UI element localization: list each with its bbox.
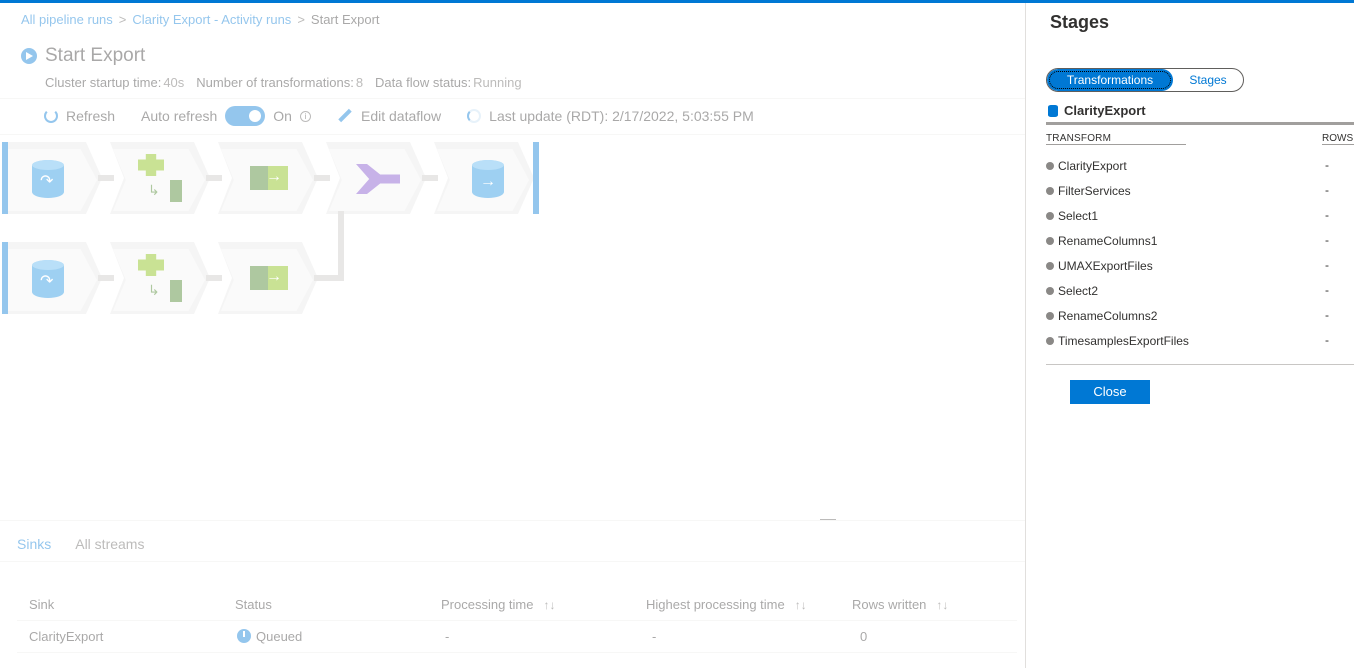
auto-refresh-label: Auto refresh bbox=[141, 108, 218, 124]
source-icon: ↷ bbox=[32, 160, 64, 198]
tab-all-streams[interactable]: All streams bbox=[75, 536, 144, 552]
pivot-stages[interactable]: Stages bbox=[1173, 73, 1243, 87]
auto-refresh-toggle[interactable] bbox=[225, 106, 266, 126]
pencil-icon bbox=[337, 108, 353, 124]
list-item[interactable]: Select2- bbox=[1046, 280, 1354, 305]
col-sink: Sink bbox=[29, 597, 55, 612]
status-dot-icon bbox=[1046, 237, 1054, 245]
sink-icon: → bbox=[472, 160, 504, 198]
pivot-transformations[interactable]: Transformations bbox=[1047, 69, 1173, 91]
status-dot-icon bbox=[1046, 312, 1054, 320]
col-rows-written[interactable]: Rows written ↑↓ bbox=[852, 597, 948, 612]
edit-dataflow-button[interactable]: Edit dataflow bbox=[337, 108, 441, 124]
refresh-label: Refresh bbox=[66, 108, 116, 124]
sort-icon: ↑↓ bbox=[794, 598, 807, 612]
cell-highest: - bbox=[652, 629, 657, 644]
source-name: ClarityExport bbox=[1064, 103, 1146, 118]
panel-title: Stages bbox=[1050, 12, 1110, 32]
cell-status: Queued bbox=[237, 629, 302, 644]
list-item[interactable]: RenameColumns2- bbox=[1046, 305, 1354, 330]
meta-startup: Cluster startup time: 40s bbox=[45, 75, 185, 90]
col-rows: ROWS bbox=[1322, 133, 1354, 144]
edit-dataflow-label: Edit dataflow bbox=[360, 108, 442, 124]
divider bbox=[1046, 122, 1354, 125]
node-source-1[interactable]: ↷ bbox=[2, 142, 102, 214]
node-filter-1[interactable]: ↳ bbox=[110, 142, 210, 214]
sort-icon: ↑↓ bbox=[936, 598, 949, 612]
meta-status: Data flow status: Running bbox=[375, 75, 522, 90]
breadcrumb-separator: > bbox=[118, 12, 127, 27]
divider bbox=[1046, 144, 1186, 145]
breadcrumb-current: Start Export bbox=[310, 12, 380, 27]
page-title: Start Export bbox=[45, 45, 146, 66]
main-area: All pipeline runs > Clarity Export - Act… bbox=[0, 3, 1025, 668]
col-processing-time[interactable]: Processing time ↑↓ bbox=[441, 597, 555, 612]
divider bbox=[1046, 364, 1354, 365]
status-dot-icon bbox=[1046, 262, 1054, 270]
node-source-2[interactable]: ↷ bbox=[2, 242, 102, 314]
dataflow-graph: ↷ ↳ → → ↷ ↳ → bbox=[0, 139, 560, 319]
database-icon bbox=[1048, 104, 1058, 117]
select-icon: → bbox=[250, 266, 288, 290]
divider bbox=[0, 134, 1025, 135]
col-status: Status bbox=[235, 597, 272, 612]
breadcrumb-separator: > bbox=[297, 12, 305, 27]
node-union[interactable] bbox=[326, 142, 426, 214]
list-item[interactable]: FilterServices - bbox=[1046, 180, 1354, 205]
list-item[interactable]: Select1- bbox=[1046, 205, 1354, 230]
list-item[interactable]: RenameColumns1- bbox=[1046, 230, 1354, 255]
source-icon: ↷ bbox=[32, 260, 64, 298]
list-item[interactable]: TimesamplesExportFiles - bbox=[1046, 330, 1354, 355]
divider bbox=[0, 520, 1025, 521]
stages-panel: Stages Transformations Stages ClarityExp… bbox=[1025, 3, 1354, 668]
status-dot-icon bbox=[1046, 212, 1054, 220]
table-row[interactable]: ClarityExport Queued - - 0 bbox=[17, 621, 1017, 653]
pivot-toggle: Transformations Stages bbox=[1046, 68, 1244, 92]
list-item[interactable]: UMAXExportFiles - bbox=[1046, 255, 1354, 280]
table-header: Sink Status Processing time ↑↓ Highest pr… bbox=[17, 589, 1017, 621]
refresh-button[interactable]: Refresh bbox=[44, 108, 115, 124]
col-transform: TRANSFORM bbox=[1046, 133, 1112, 144]
divider bbox=[0, 98, 1025, 99]
status-dot-icon bbox=[1046, 162, 1054, 170]
title-row: Start Export bbox=[21, 45, 145, 67]
status-dot-icon bbox=[1046, 187, 1054, 195]
last-update-label: Last update (RDT): 2/17/2022, 5:03:55 PM bbox=[489, 108, 754, 124]
breadcrumb-activity-runs[interactable]: Clarity Export - Activity runs bbox=[132, 12, 291, 27]
last-update: Last update (RDT): 2/17/2022, 5:03:55 PM bbox=[467, 108, 754, 124]
meta-transformations: Number of transformations: 8 bbox=[196, 75, 364, 90]
toggle-state: On bbox=[273, 108, 292, 124]
cell-rows-written: 0 bbox=[860, 629, 868, 644]
breadcrumb-all-runs[interactable]: All pipeline runs bbox=[21, 12, 113, 27]
auto-refresh: Auto refresh On i bbox=[141, 106, 311, 126]
refresh-icon bbox=[44, 109, 58, 123]
status-dot-icon bbox=[1046, 287, 1054, 295]
status-dot-icon bbox=[1046, 337, 1054, 345]
divider bbox=[1322, 144, 1354, 145]
node-filter-2[interactable]: ↳ bbox=[110, 242, 210, 314]
bottom-tabs: Sinks All streams bbox=[17, 536, 144, 552]
node-select-2[interactable]: → bbox=[218, 242, 318, 314]
source-heading: ClarityExport bbox=[1048, 103, 1146, 118]
run-meta: Cluster startup time: 40s Number of trans… bbox=[45, 75, 522, 90]
breadcrumb: All pipeline runs > Clarity Export - Act… bbox=[21, 12, 380, 27]
col-highest-processing-time[interactable]: Highest processing time ↑↓ bbox=[646, 597, 807, 612]
cell-processing: - bbox=[445, 629, 450, 644]
divider bbox=[0, 561, 1025, 562]
cell-sink: ClarityExport bbox=[29, 629, 104, 644]
sinks-table: Sink Status Processing time ↑↓ Highest pr… bbox=[17, 589, 1017, 653]
transform-list: ClarityExport - FilterServices - Select1- … bbox=[1046, 155, 1354, 355]
info-icon[interactable]: i bbox=[299, 110, 311, 122]
tab-sinks[interactable]: Sinks bbox=[17, 536, 51, 552]
queued-icon bbox=[237, 629, 251, 643]
select-icon: → bbox=[250, 166, 288, 190]
node-select-1[interactable]: → bbox=[218, 142, 318, 214]
node-sink[interactable]: → bbox=[434, 142, 534, 214]
list-item[interactable]: ClarityExport - bbox=[1046, 155, 1354, 180]
sort-icon: ↑↓ bbox=[543, 598, 556, 612]
dataflow-run-icon bbox=[21, 48, 37, 64]
toolbar: Refresh Auto refresh On i Edit dataflow … bbox=[44, 106, 780, 126]
spinner-icon bbox=[467, 109, 482, 123]
close-button[interactable]: Close bbox=[1070, 380, 1150, 404]
